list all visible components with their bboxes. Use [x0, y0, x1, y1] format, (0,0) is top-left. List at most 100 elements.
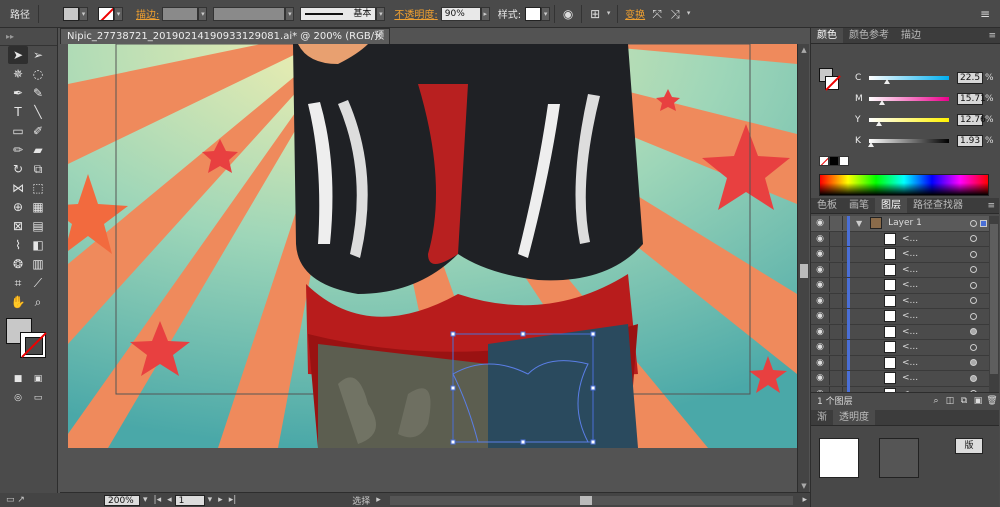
perspective-grid-tool-icon[interactable]: ▦	[28, 198, 48, 216]
tab-layers[interactable]: 图层	[875, 198, 907, 213]
target-circle-icon[interactable]	[970, 297, 977, 305]
panel-menu-icon[interactable]: ≡	[976, 5, 994, 23]
lock-toggle[interactable]	[829, 216, 843, 231]
opacity-dropdown[interactable]: ▸	[480, 6, 490, 21]
visibility-eye-icon[interactable]: ◉	[811, 311, 829, 321]
opacity-input[interactable]: 90%	[440, 6, 481, 21]
mask-slot[interactable]	[879, 438, 919, 478]
scale-tool-icon[interactable]: ⧉	[28, 160, 48, 178]
brush-profile-dropdown[interactable]: ▾	[376, 6, 386, 21]
tab-swatches[interactable]: 色板	[811, 198, 843, 213]
channel-value-input[interactable]: 22.5	[957, 72, 983, 84]
gradient-mode-icon[interactable]: ▣	[28, 370, 48, 388]
recolor-icon[interactable]: ◉	[559, 5, 577, 23]
sublayer-name[interactable]: <...	[902, 358, 918, 368]
canvas-area[interactable]	[60, 44, 797, 492]
align-icon[interactable]: ⊞	[586, 5, 604, 23]
selection-indicator[interactable]	[980, 219, 987, 227]
panel-stroke-swatch[interactable]	[825, 76, 839, 90]
rectangle-tool-icon[interactable]: ▭	[8, 122, 28, 140]
visibility-eye-icon[interactable]: ◉	[811, 265, 829, 275]
lock-toggle[interactable]	[829, 309, 843, 324]
channel-slider-k[interactable]: K 1.93%	[855, 135, 997, 147]
visibility-eye-icon[interactable]: ◉	[811, 327, 829, 337]
lock-toggle[interactable]	[829, 247, 843, 262]
lock-toggle[interactable]	[829, 340, 843, 355]
vertical-scrollbar[interactable]: ▲ ▼	[797, 44, 809, 492]
target-circle-icon[interactable]	[970, 312, 977, 320]
variable-width-field[interactable]	[213, 6, 286, 21]
magic-wand-tool-icon[interactable]: ✵	[8, 65, 28, 83]
tab-color-guide[interactable]: 颜色参考	[843, 28, 895, 43]
last-artboard-icon[interactable]: ▸|	[226, 495, 240, 505]
sublayer-row[interactable]: ◉ <...	[811, 339, 989, 356]
variable-width-dropdown[interactable]: ▾	[285, 6, 295, 21]
style-swatch[interactable]	[525, 6, 542, 21]
target-circle-icon[interactable]	[970, 235, 977, 243]
tab-stroke[interactable]: 描边	[895, 28, 927, 43]
visibility-eye-icon[interactable]: ◉	[811, 373, 829, 383]
target-circle-icon[interactable]	[970, 374, 977, 382]
paintbrush-tool-icon[interactable]: ✐	[28, 122, 48, 140]
close-tab-icon[interactable]: ×	[375, 29, 383, 44]
scroll-right-icon[interactable]: ▸	[799, 495, 810, 505]
channel-value-input[interactable]: 15.71	[957, 93, 986, 105]
channel-gradient-bar[interactable]	[869, 97, 949, 105]
first-artboard-icon[interactable]: |◂	[151, 495, 165, 505]
isolate-icon[interactable]: ⤨	[666, 5, 684, 23]
panel-grip[interactable]: ▸▸	[0, 28, 57, 46]
channel-value-input[interactable]: 1.93	[957, 135, 983, 147]
none-swatch[interactable]	[819, 156, 829, 166]
artboard-nav-icon[interactable]: ▭ ↗	[6, 495, 25, 505]
layers-scroll-thumb[interactable]	[990, 224, 998, 374]
layers-panel-menu-icon[interactable]: ≡	[983, 198, 999, 213]
artwork[interactable]	[68, 44, 797, 448]
sublayer-row[interactable]: ◉ <...	[811, 324, 989, 340]
channel-knob[interactable]	[878, 100, 885, 105]
isolate-dropdown[interactable]: ▾	[684, 7, 693, 21]
column-graph-tool-icon[interactable]: ▥	[28, 255, 48, 273]
scroll-up-icon[interactable]: ▲	[798, 44, 810, 56]
type-tool-icon[interactable]: T	[8, 103, 28, 121]
new-sublayer-icon[interactable]: ⧉	[957, 396, 971, 406]
stroke-weight-field[interactable]	[162, 6, 199, 21]
horizontal-scrollbar[interactable]	[389, 495, 794, 505]
channel-gradient-bar[interactable]	[867, 139, 949, 147]
color-panel-menu-icon[interactable]: ≡	[984, 28, 1000, 43]
stroke-dropdown[interactable]: ▾	[114, 6, 123, 21]
fill-swatch[interactable]	[63, 6, 79, 21]
slice-tool-icon[interactable]: ⟋	[28, 274, 48, 292]
draw-mode-icon[interactable]: ◎	[8, 389, 28, 407]
tab-brushes[interactable]: 画笔	[843, 198, 875, 213]
tab-transparency[interactable]: 透明度	[833, 410, 875, 425]
sublayer-name[interactable]: <...	[902, 249, 918, 259]
target-circle-icon[interactable]	[970, 219, 977, 227]
layers-scrollbar[interactable]	[989, 216, 999, 392]
eraser-tool-icon[interactable]: ▰	[28, 141, 48, 159]
tab-pathfinder[interactable]: 路径查找器	[907, 198, 969, 213]
channel-knob[interactable]	[876, 121, 883, 126]
lock-toggle[interactable]	[829, 293, 843, 308]
zoom-dropdown-icon[interactable]: ▾	[140, 495, 151, 505]
layer-row[interactable]: ◉ ▼ Layer 1	[811, 216, 989, 232]
status-menu-icon[interactable]: ▸	[373, 495, 384, 505]
channel-gradient-bar[interactable]	[869, 118, 949, 126]
target-circle-icon[interactable]	[970, 250, 977, 258]
line-tool-icon[interactable]: ╲	[28, 103, 48, 121]
gradient-tool-icon[interactable]: ▤	[28, 217, 48, 235]
sublayer-name[interactable]: <...	[902, 327, 918, 337]
opacity-link[interactable]: 不透明度:	[391, 6, 440, 21]
width-tool-icon[interactable]: ⋈	[8, 179, 28, 197]
new-layer-icon[interactable]: ▣	[971, 396, 985, 406]
lock-toggle[interactable]	[829, 278, 843, 293]
screen-mode-icon[interactable]: ▭	[28, 389, 48, 407]
target-circle-icon[interactable]	[970, 281, 977, 289]
eyedropper-tool-icon[interactable]: ⌇	[8, 236, 28, 254]
symbol-sprayer-tool-icon[interactable]: ❂	[8, 255, 28, 273]
stroke-weight-dropdown[interactable]: ▾	[198, 6, 208, 21]
visibility-eye-icon[interactable]: ◉	[811, 218, 829, 228]
artboard-dropdown-icon[interactable]: ▾	[205, 495, 216, 505]
stroke-swatch[interactable]	[98, 6, 114, 21]
lock-toggle[interactable]	[829, 371, 843, 386]
target-circle-icon[interactable]	[970, 359, 977, 367]
